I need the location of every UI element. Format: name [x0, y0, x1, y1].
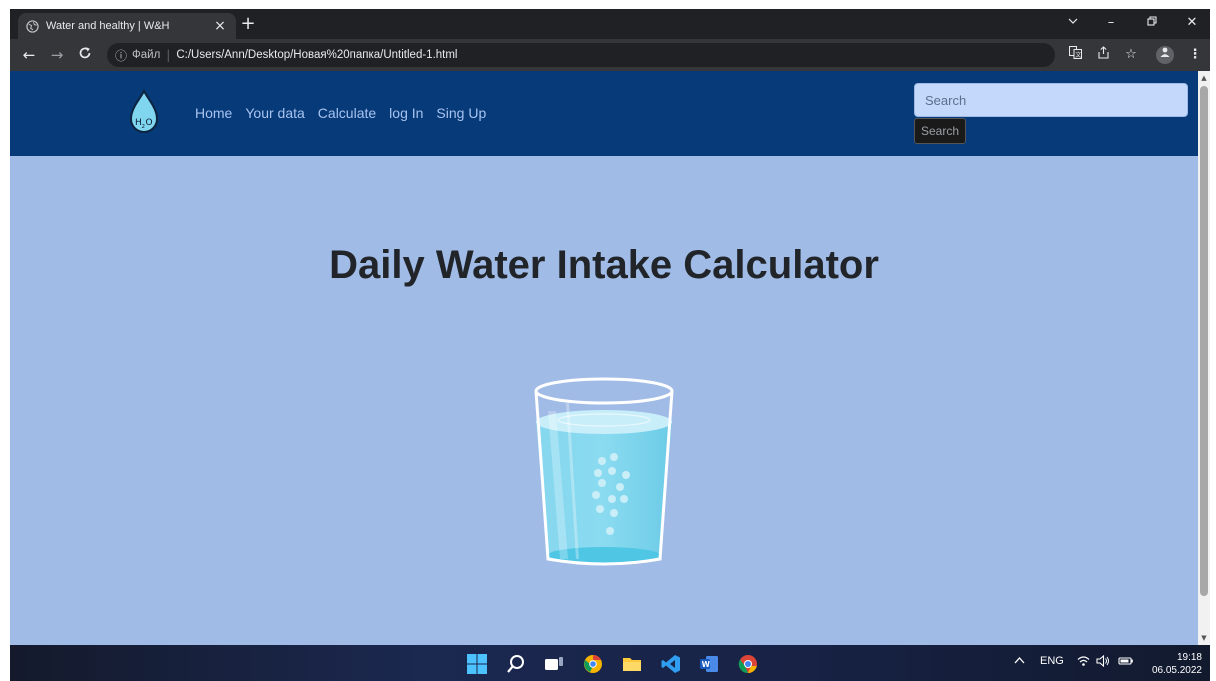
restore-icon[interactable] — [1134, 9, 1170, 39]
chrome-canary-icon[interactable] — [582, 653, 604, 675]
translate-icon[interactable]: 文 — [1066, 46, 1084, 64]
volume-icon[interactable] — [1096, 654, 1110, 670]
chrome-icon[interactable] — [737, 653, 759, 675]
scroll-thumb[interactable] — [1200, 86, 1208, 596]
address-url: C:/Users/Ann/Desktop/Новая%20папка/Untit… — [176, 49, 458, 61]
windows-start-icon[interactable] — [466, 653, 488, 675]
scroll-down-icon[interactable]: ▼ — [1198, 631, 1210, 645]
tab-title: Water and healthy | W&H — [46, 20, 170, 32]
profile-icon[interactable] — [1156, 46, 1174, 64]
nav-log-in[interactable]: log In — [389, 105, 423, 121]
browser-window: Water and healthy | W&H × + – ✕ ← → ⓘ Фа… — [10, 9, 1210, 681]
clock-time: 19:18 — [1176, 652, 1202, 663]
nav-home[interactable]: Home — [195, 105, 232, 121]
scroll-up-icon[interactable]: ▲ — [1198, 71, 1210, 85]
system-clock[interactable]: 19:18 06.05.2022 — [1142, 651, 1202, 677]
minimize-icon[interactable]: – — [1093, 9, 1129, 39]
forward-icon[interactable]: → — [48, 46, 66, 64]
search-icon[interactable] — [505, 653, 527, 675]
close-window-icon[interactable]: ✕ — [1174, 9, 1210, 39]
address-separator: | — [166, 48, 171, 62]
vertical-scrollbar[interactable]: ▲ ▼ — [1198, 71, 1210, 645]
svg-text:O: O — [146, 118, 153, 128]
battery-icon[interactable] — [1118, 655, 1134, 670]
svg-text:文: 文 — [1075, 51, 1081, 59]
word-icon[interactable]: W — [698, 653, 720, 675]
page-title: Daily Water Intake Calculator — [329, 243, 879, 287]
search-input[interactable] — [914, 83, 1188, 117]
info-icon[interactable]: ⓘ — [115, 47, 127, 64]
share-icon[interactable] — [1094, 46, 1112, 64]
toolbar: ← → ⓘ Файл | C:/Users/Ann/Desktop/Новая%… — [10, 39, 1210, 71]
nav-your-data[interactable]: Your data — [245, 105, 304, 121]
main-menu: Home Your data Calculate log In Sing Up — [195, 105, 486, 121]
search-button[interactable]: Search — [914, 118, 966, 144]
reload-icon[interactable] — [76, 46, 94, 64]
bookmark-star-icon[interactable]: ☆ — [1122, 46, 1140, 64]
nav-sign-up[interactable]: Sing Up — [436, 105, 486, 121]
new-tab-icon[interactable]: + — [238, 14, 258, 34]
address-bar[interactable]: ⓘ Файл | C:/Users/Ann/Desktop/Новая%20па… — [107, 43, 1055, 67]
address-prefix: Файл — [132, 49, 161, 61]
site-navbar: H 2 O Home Your data Calculate log In Si… — [10, 71, 1198, 156]
wifi-icon[interactable] — [1077, 655, 1090, 670]
page-viewport: H 2 O Home Your data Calculate log In Si… — [10, 71, 1210, 645]
tab-search-icon[interactable] — [1055, 9, 1091, 39]
svg-text:W: W — [702, 660, 711, 669]
more-menu-icon[interactable]: ⋮ — [1186, 46, 1204, 64]
task-view-icon[interactable] — [543, 653, 565, 675]
browser-tab[interactable]: Water and healthy | W&H × — [18, 13, 236, 39]
globe-icon — [26, 19, 39, 33]
tray-chevron-icon[interactable] — [1014, 655, 1025, 669]
tab-close-icon[interactable]: × — [212, 18, 228, 34]
water-drop-logo-icon[interactable]: H 2 O — [128, 89, 160, 137]
vscode-icon[interactable] — [660, 653, 682, 675]
svg-text:2: 2 — [142, 124, 146, 130]
language-indicator[interactable]: ENG — [1040, 655, 1064, 667]
tab-strip: Water and healthy | W&H × + – ✕ — [10, 9, 1210, 39]
nav-calculate[interactable]: Calculate — [318, 105, 376, 121]
back-icon[interactable]: ← — [20, 46, 38, 64]
taskbar: W ENG 19:18 06.05.2022 — [10, 645, 1210, 681]
water-glass-image — [534, 377, 674, 566]
clock-date: 06.05.2022 — [1151, 665, 1202, 676]
file-explorer-icon[interactable] — [621, 653, 643, 675]
